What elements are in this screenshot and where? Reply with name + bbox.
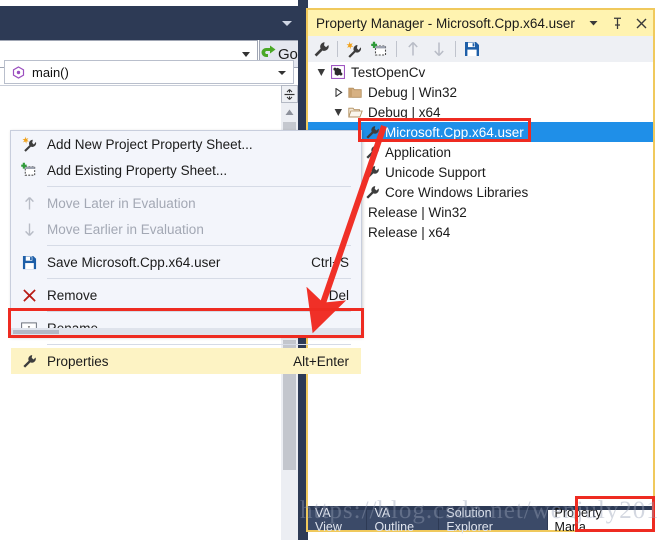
pin-icon[interactable] [610,15,625,32]
menu-item-label: Add Existing Property Sheet... [47,162,228,178]
wrench-icon [362,162,382,182]
highlight-box-property-manager-tab [575,496,655,532]
tree-item-label: Core Windows Libraries [385,184,529,200]
add-existing-sheet-icon [11,157,47,183]
toolbar-separator [337,41,338,57]
window-title-buttons [586,10,649,36]
member-combo-value: main() [32,64,69,80]
tree-item-label: Release | x64 [368,224,451,240]
menu-separator [47,245,351,246]
split-editor-icon[interactable] [281,85,298,103]
tree-item[interactable]: TestOpenCv [308,62,653,82]
tab-va-outline[interactable]: VA Outline [367,506,439,534]
remove-x-icon [11,282,47,308]
menu-separator [47,278,351,279]
solution-icon [328,62,348,82]
menu-item-shortcut: Ctrl+S [311,254,349,270]
menu-item-move-earlier-in-evaluation: Move Earlier in Evaluation [11,216,361,242]
expander-expanded-icon[interactable] [331,102,345,122]
save-icon[interactable] [459,37,485,61]
tree-item-label: Unicode Support [385,164,486,180]
menu-item-add-new-project-property-sheet[interactable]: Add New Project Property Sheet... [11,131,361,157]
highlight-box-properties-menu-item [8,308,364,338]
wrench-icon [362,142,382,162]
property-manager-titlebar[interactable]: Property Manager - Microsoft.Cpp.x64.use… [308,10,653,36]
window-dropdown-icon[interactable] [586,15,601,32]
chevron-down-icon[interactable] [278,71,286,75]
move-down-icon[interactable] [426,37,452,61]
properties-wrench-icon[interactable] [308,37,334,61]
chevron-down-icon[interactable] [242,52,250,57]
property-manager-toolbar [308,36,653,62]
menu-separator [47,186,351,187]
tab-va-view[interactable]: VA View [308,506,367,534]
highlight-box-tree-item [358,118,531,142]
expander-collapsed-icon[interactable] [331,82,345,102]
tab-solution-explorer[interactable]: Solution Explorer [439,506,547,534]
menu-item-properties[interactable]: Properties Alt+Enter [11,348,361,374]
menu-item-label: Save Microsoft.Cpp.x64.user [47,254,221,270]
property-manager-title: Property Manager - Microsoft.Cpp.x64.use… [316,15,575,31]
tree-item-label: Release | Win32 [368,204,467,220]
scroll-up-arrow-icon[interactable] [282,104,297,120]
menu-item-shortcut: Alt+Enter [293,353,349,369]
add-existing-sheet-icon[interactable] [367,37,393,61]
wrench-icon [11,348,47,374]
menu-item-label: Add New Project Property Sheet... [47,136,253,152]
toolbar-separator [396,41,397,57]
chevron-down-icon[interactable] [282,21,292,26]
menu-separator [47,344,351,345]
menu-item-label: Remove [47,287,98,303]
add-new-sheet-icon[interactable] [341,37,367,61]
menu-item-save-microsoft-cpp-x64-user[interactable]: Save Microsoft.Cpp.x64.user Ctrl+S [11,249,361,275]
tree-item-label: TestOpenCv [351,64,426,80]
toolbar-separator [455,41,456,57]
menu-item-remove[interactable]: Remove Del [11,282,361,308]
editor-chrome-bar [0,6,300,40]
arrow-up-icon [11,190,47,216]
tree-item-label: Application [385,144,452,160]
context-menu: Add New Project Property Sheet... Add Exi… [10,130,362,374]
move-up-icon[interactable] [400,37,426,61]
menu-item-shortcut: Del [328,287,349,303]
menu-item-add-existing-property-sheet[interactable]: Add Existing Property Sheet... [11,157,361,183]
menu-item-label: Move Later in Evaluation [47,195,196,211]
wrench-icon [362,182,382,202]
menu-item-move-later-in-evaluation: Move Later in Evaluation [11,190,361,216]
menu-item-label: Properties [47,353,109,369]
method-icon [9,64,27,80]
tree-item-label: Debug | Win32 [368,84,458,100]
close-icon[interactable] [634,15,649,32]
tree-item[interactable]: Debug | Win32 [308,82,653,102]
expander-expanded-icon[interactable] [314,62,328,82]
member-combo-input[interactable]: main() [4,60,294,84]
menu-item-label: Move Earlier in Evaluation [47,221,204,237]
folder-closed-icon [345,82,365,102]
add-new-sheet-icon [11,131,47,157]
arrow-down-icon [11,216,47,242]
save-icon [11,249,47,275]
